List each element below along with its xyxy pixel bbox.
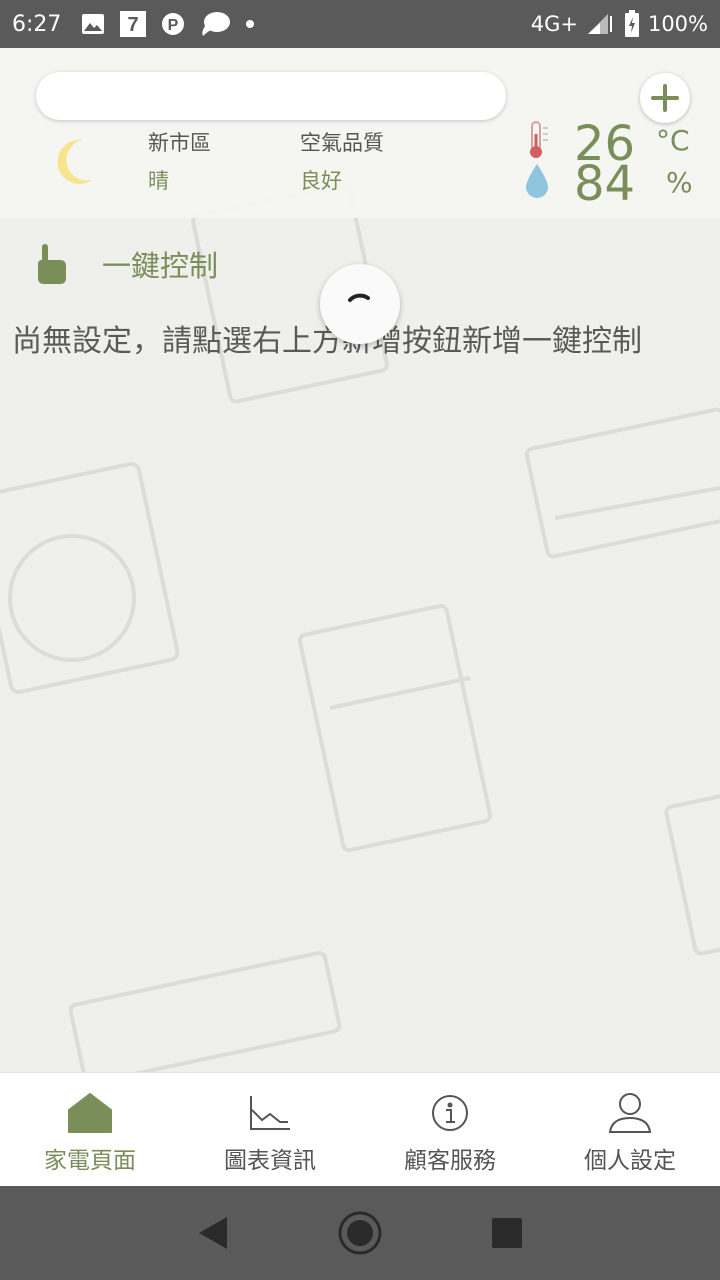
tab-label: 顧客服務 [404, 1148, 496, 1174]
battery-icon [624, 10, 640, 38]
recents-square-icon [491, 1218, 522, 1248]
gallery-icon [81, 13, 105, 35]
tab-customer-service[interactable]: 顧客服務 [360, 1073, 540, 1186]
chart-icon [250, 1096, 290, 1130]
notification-icons: 7 P [81, 10, 255, 38]
network-type: 4G+ [530, 12, 578, 36]
home-icon [68, 1093, 112, 1133]
svg-text:P: P [168, 17, 179, 34]
air-quality-value: 良好 [300, 169, 342, 193]
chat-bubble-icon [199, 10, 231, 38]
status-right: 4G+ 100% [531, 10, 708, 38]
location-block: 新市區 晴 [148, 124, 211, 200]
plus-icon [651, 84, 679, 112]
home-circle-icon [338, 1211, 382, 1255]
pointing-hand-icon [38, 244, 66, 284]
seven-eleven-icon: 7 [119, 10, 147, 38]
humidity-value: 84 [574, 156, 636, 212]
tab-label: 圖表資訊 [224, 1148, 316, 1174]
tab-charts[interactable]: 圖表資訊 [180, 1073, 360, 1186]
person-icon [608, 1093, 652, 1133]
air-quality-block: 空氣品質 良好 [300, 124, 384, 200]
moon-icon [57, 139, 92, 184]
weather-condition: 晴 [148, 169, 169, 193]
one-key-control-header: 一鍵控制 [34, 242, 218, 286]
spinner-arc-icon [348, 293, 370, 302]
thermometer-icon [530, 121, 548, 158]
back-triangle-icon [199, 1217, 228, 1249]
section-title: 一鍵控制 [102, 249, 219, 283]
location-name: 新市區 [148, 131, 211, 155]
battery-level: 100% [647, 12, 708, 36]
back-button[interactable] [183, 1203, 243, 1263]
add-button[interactable] [640, 73, 690, 123]
svg-text:7: 7 [128, 14, 139, 36]
signal-icon [586, 12, 616, 36]
loading-spinner [320, 264, 400, 344]
system-navigation-bar [0, 1186, 720, 1280]
status-time: 6:27 [12, 11, 62, 37]
temperature-unit: °C [656, 124, 690, 157]
parking-icon: P [161, 12, 185, 36]
air-quality-label: 空氣品質 [300, 131, 384, 155]
info-icon [432, 1095, 468, 1131]
search-input[interactable] [36, 72, 506, 120]
tab-appliances[interactable]: 家電頁面 [0, 1073, 180, 1186]
status-bar: 6:27 7 P 4G+ 100% [0, 0, 720, 48]
humidity-unit: % [666, 166, 693, 199]
tab-personal-settings[interactable]: 個人設定 [540, 1073, 720, 1186]
tab-label: 個人設定 [584, 1148, 676, 1174]
recents-button[interactable] [477, 1203, 537, 1263]
bottom-tab-bar: 家電頁面 圖表資訊 顧客服務 個人設定 [0, 1072, 720, 1186]
tab-label: 家電頁面 [44, 1148, 136, 1174]
dot-icon [245, 19, 255, 29]
home-button[interactable] [330, 1203, 390, 1263]
humidity-drop-icon [526, 164, 548, 198]
weather-header: 新市區 晴 空氣品質 良好 26 °C 84 % [0, 48, 720, 218]
